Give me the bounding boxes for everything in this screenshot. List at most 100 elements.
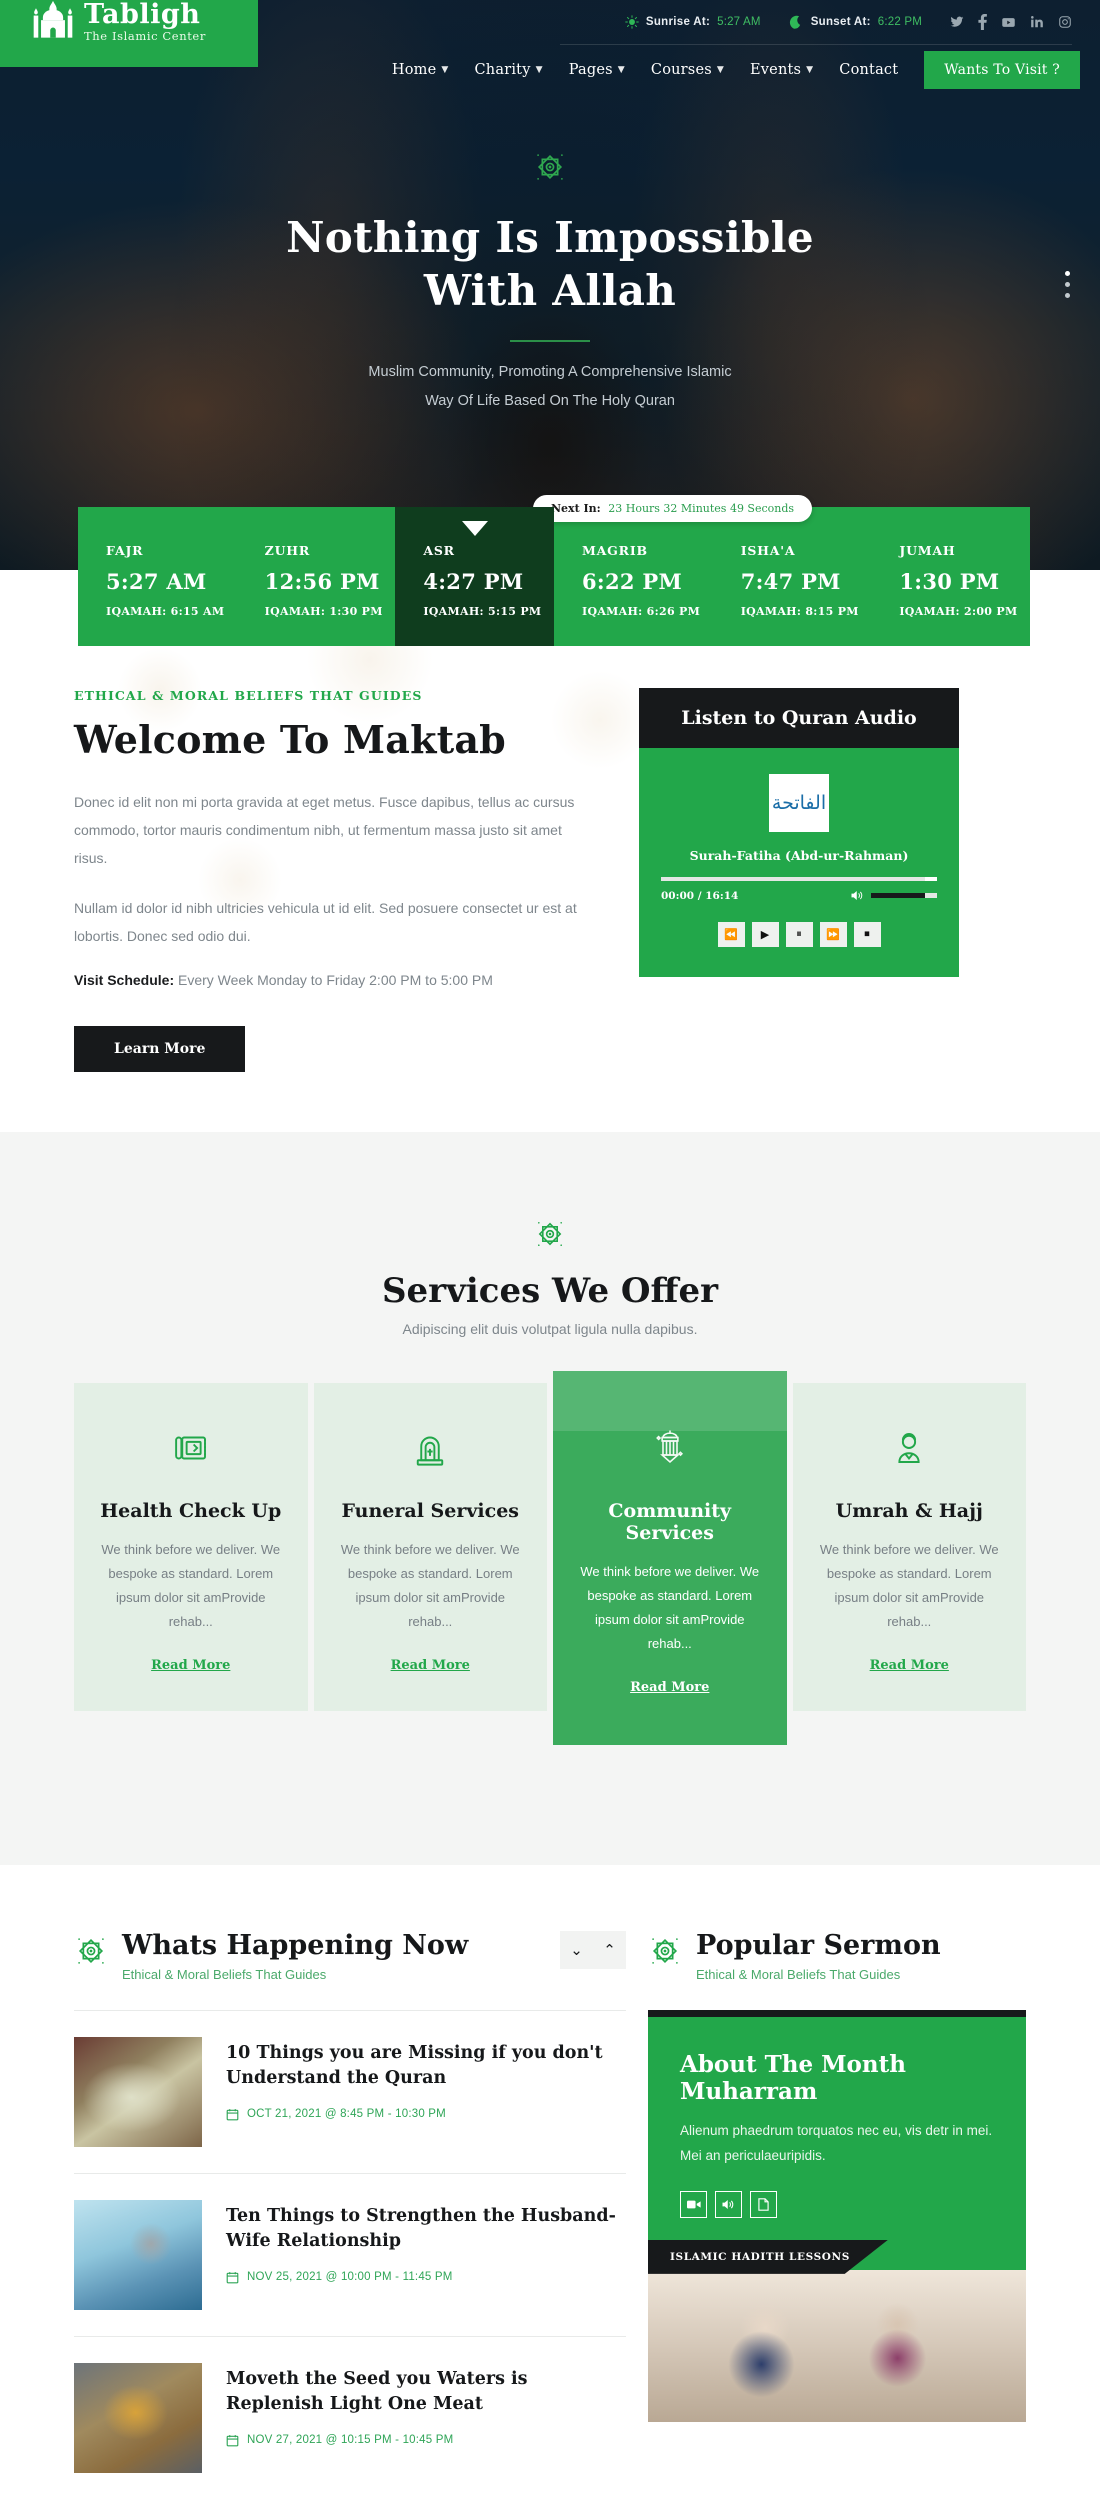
nav-item-contact[interactable]: Contact bbox=[839, 62, 898, 78]
prayer-cell-ishaa[interactable]: ISHA'A 7:47 PM IQAMAH: 8:15 PM bbox=[713, 507, 872, 646]
nav-item-pages[interactable]: Pages ▼ bbox=[569, 62, 625, 78]
prayer-cell-asr[interactable]: ASR 4:27 PM IQAMAH: 5:15 PM bbox=[395, 507, 555, 646]
hero-sub-line1: Muslim Community, Promoting A Comprehens… bbox=[368, 363, 732, 380]
slider-dot-3[interactable] bbox=[1065, 293, 1070, 298]
slider-dot-2[interactable] bbox=[1065, 282, 1070, 287]
whats-happening-header: Whats Happening Now Ethical & Moral Beli… bbox=[74, 1931, 626, 1982]
nav-item-charity[interactable]: Charity ▼ bbox=[475, 62, 543, 78]
service-text: We think before we deliver. We bespoke a… bbox=[580, 1564, 760, 1652]
prayer-cell-zuhr[interactable]: ZUHR 12:56 PM IQAMAH: 1:30 PM bbox=[237, 507, 396, 646]
pause-icon[interactable]: ⏸ bbox=[785, 922, 813, 947]
sunrise-info: Sunrise At: 5:27 AM bbox=[625, 15, 761, 29]
youtube-icon[interactable] bbox=[1001, 15, 1016, 30]
hero-content: Nothing Is Impossible With Allah Muslim … bbox=[0, 150, 1100, 416]
popular-sermon-column: Popular Sermon Ethical & Moral Beliefs T… bbox=[648, 1931, 1026, 2499]
news-list-item[interactable]: 10 Things you are Missing if you don't U… bbox=[74, 2011, 626, 2174]
fast-forward-icon[interactable]: ⏩ bbox=[819, 922, 847, 947]
audio-icon[interactable] bbox=[715, 2190, 742, 2218]
carousel-arrows: ⌄ ⌃ bbox=[560, 1931, 626, 1970]
logo-tagline: The Islamic Center bbox=[84, 29, 206, 44]
welcome-paragraph-2: Nullam id dolor id nibh ultricies vehicu… bbox=[74, 900, 577, 944]
play-icon[interactable]: ▶ bbox=[751, 922, 779, 947]
news-title: 10 Things you are Missing if you don't U… bbox=[226, 2042, 603, 2089]
chevron-down-icon[interactable]: ⌄ bbox=[560, 1931, 593, 1970]
main-navigation: Home ▼ Charity ▼ Pages ▼ Courses ▼ Event… bbox=[300, 48, 1080, 92]
service-card-funeral-services[interactable]: Funeral Services We think before we deli… bbox=[313, 1383, 547, 1712]
chevron-down-icon: ▼ bbox=[535, 65, 543, 75]
learn-more-button[interactable]: Learn More bbox=[74, 1026, 246, 1072]
news-list-item[interactable]: Moveth the Seed you Waters is Replenish … bbox=[74, 2337, 626, 2499]
popular-sermon-subtitle: Ethical & Moral Beliefs That Guides bbox=[696, 1966, 901, 1982]
prayer-iqamah: IQAMAH: 8:15 PM bbox=[740, 605, 859, 618]
prayer-name: MAGRIB bbox=[582, 543, 648, 558]
volume-bar[interactable] bbox=[871, 893, 937, 898]
quran-audio-player: Listen to Quran Audio الفاتحة Surah-Fati… bbox=[639, 688, 959, 977]
instagram-icon[interactable] bbox=[1058, 15, 1072, 29]
surah-cover-text: الفاتحة bbox=[771, 792, 827, 814]
welcome-section: ETHICAL & MORAL BELIEFS THAT GUIDES Welc… bbox=[0, 570, 1100, 1132]
service-card-umrah-hajj[interactable]: Umrah & Hajj We think before we deliver.… bbox=[792, 1383, 1026, 1712]
sunrise-value: 5:27 AM bbox=[717, 16, 761, 28]
slider-dots bbox=[1065, 265, 1070, 304]
visit-schedule-value: Every Week Monday to Friday 2:00 PM to 5… bbox=[178, 972, 493, 988]
chevron-up-icon[interactable]: ⌃ bbox=[593, 1931, 626, 1970]
ornament-icon bbox=[537, 154, 563, 180]
stop-icon[interactable]: ⏹ bbox=[853, 922, 881, 947]
wants-to-visit-button[interactable]: Wants To Visit ? bbox=[924, 51, 1080, 89]
news-list-item[interactable]: Ten Things to Strengthen the Husband-Wif… bbox=[74, 2174, 626, 2337]
chevron-down-icon: ▼ bbox=[441, 65, 449, 75]
news-date: NOV 25, 2021 @ 10:00 PM - 11:45 PM bbox=[226, 2271, 626, 2284]
audio-timestamp: 00:00 / 16:14 bbox=[661, 889, 739, 902]
read-more-link[interactable]: Read More bbox=[577, 1680, 763, 1695]
prayer-rug-icon bbox=[98, 1427, 284, 1474]
chevron-down-icon: ▼ bbox=[806, 65, 814, 75]
hero-subtitle: Muslim Community, Promoting A Comprehens… bbox=[0, 358, 1100, 416]
nav-item-events[interactable]: Events ▼ bbox=[750, 62, 813, 78]
prayer-name: JUMAH bbox=[899, 543, 956, 558]
volume-control[interactable] bbox=[850, 889, 937, 902]
twitter-icon[interactable] bbox=[950, 15, 964, 29]
prayer-time: 6:22 PM bbox=[582, 569, 683, 594]
read-more-link[interactable]: Read More bbox=[817, 1658, 1003, 1673]
prayer-iqamah: IQAMAH: 6:26 PM bbox=[582, 605, 701, 618]
calendar-icon bbox=[226, 2271, 239, 2283]
read-more-link[interactable]: Read More bbox=[338, 1658, 524, 1673]
read-more-link[interactable]: Read More bbox=[98, 1658, 284, 1673]
popular-sermon-header: Popular Sermon Ethical & Moral Beliefs T… bbox=[648, 1931, 1026, 1982]
prayer-cell-jumah[interactable]: JUMAH 1:30 PM IQAMAH: 2:00 PM bbox=[871, 507, 1030, 646]
rewind-icon[interactable]: ⏪ bbox=[717, 922, 745, 947]
service-title: Umrah & Hajj bbox=[835, 1500, 983, 1522]
prayer-time: 7:47 PM bbox=[740, 569, 841, 594]
seek-bar[interactable] bbox=[661, 877, 937, 881]
sermon-photo bbox=[648, 2269, 1026, 2422]
slider-dot-1[interactable] bbox=[1065, 271, 1070, 276]
whats-happening-column: Whats Happening Now Ethical & Moral Beli… bbox=[74, 1931, 626, 2499]
site-logo[interactable]: Tabligh The Islamic Center bbox=[0, 0, 258, 67]
hero-title: Nothing Is Impossible With Allah bbox=[0, 211, 1100, 318]
service-text: We think before we deliver. We bespoke a… bbox=[101, 1542, 281, 1630]
prayer-cell-magrib[interactable]: MAGRIB 6:22 PM IQAMAH: 6:26 PM bbox=[554, 507, 713, 646]
prayer-name: FAJR bbox=[106, 543, 144, 558]
linkedin-icon[interactable] bbox=[1030, 15, 1044, 29]
welcome-text-column: ETHICAL & MORAL BELIEFS THAT GUIDES Welc… bbox=[74, 688, 579, 1072]
prayer-cell-fajr[interactable]: FAJR 5:27 AM IQAMAH: 6:15 AM bbox=[78, 507, 237, 646]
service-card-health-check-up[interactable]: Health Check Up We think before we deliv… bbox=[74, 1383, 308, 1712]
page-root: Tabligh The Islamic Center Sunrise At: 5… bbox=[0, 0, 1100, 2499]
nav-label: Home bbox=[391, 62, 437, 78]
video-icon[interactable] bbox=[680, 2190, 707, 2218]
facebook-icon[interactable] bbox=[978, 14, 987, 30]
news-title: Moveth the Seed you Waters is Replenish … bbox=[226, 2368, 528, 2415]
moon-icon bbox=[789, 15, 800, 29]
services-section: Services We Offer Adipiscing elit duis v… bbox=[0, 1132, 1100, 1866]
audio-player-header: Listen to Quran Audio bbox=[639, 688, 959, 748]
news-thumbnail bbox=[74, 2362, 202, 2473]
social-links bbox=[950, 14, 1072, 30]
service-card-community-services[interactable]: Community Services We think before we de… bbox=[553, 1371, 787, 1746]
nav-item-courses[interactable]: Courses ▼ bbox=[651, 62, 724, 78]
welcome-title: Welcome To Maktab bbox=[74, 717, 506, 762]
document-icon[interactable] bbox=[750, 2190, 777, 2218]
sermon-card[interactable]: About The Month Muharram Alienum phaedru… bbox=[648, 2009, 1026, 2422]
bottom-section: Whats Happening Now Ethical & Moral Beli… bbox=[0, 1865, 1100, 2499]
nav-item-home[interactable]: Home ▼ bbox=[392, 62, 449, 78]
service-title: Community Services bbox=[608, 1500, 732, 1544]
